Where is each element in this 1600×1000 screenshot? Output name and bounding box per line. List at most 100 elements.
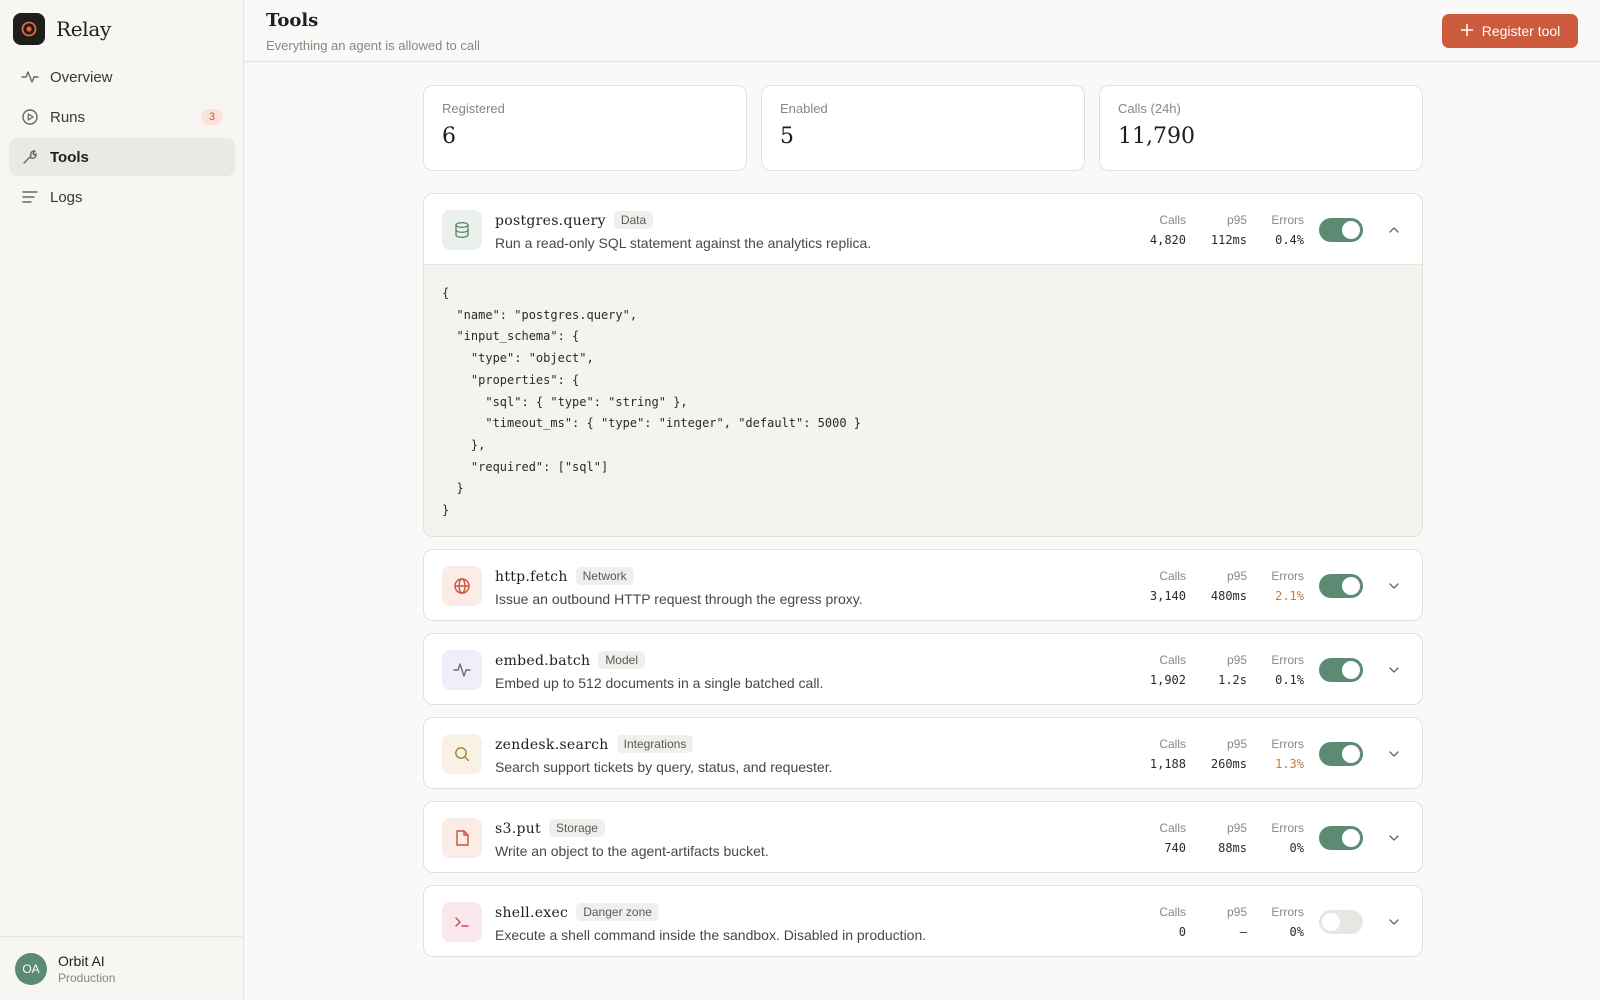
metric-value: 260ms [1210, 756, 1247, 771]
sidebar-item-tools[interactable]: Tools [9, 138, 235, 176]
toggle-knob [1342, 221, 1360, 239]
sidebar-item-label: Logs [50, 188, 83, 206]
metric-label: Errors [1271, 820, 1304, 835]
metric-p95: p95 — [1227, 905, 1247, 939]
sidebar-item-overview[interactable]: Overview [9, 58, 235, 96]
toggle-knob [1322, 912, 1340, 931]
tool-header[interactable]: http.fetch Network Issue an outbound HTTP… [424, 550, 1422, 620]
metric-p95: p95 260ms [1211, 737, 1247, 771]
stats-row: Registered 6 Enabled 5 Calls (24h) 11,79… [423, 85, 1423, 171]
search-icon [442, 733, 482, 774]
user-menu[interactable]: OA Orbit AI Production [0, 936, 244, 1000]
stat-card-calls: Calls (24h) 11,790 [1099, 85, 1423, 171]
chevron-down-icon[interactable] [1384, 744, 1404, 764]
play-circle-icon [21, 108, 39, 126]
user-name: Orbit AI [58, 952, 105, 969]
sidebar-item-logs[interactable]: Logs [9, 178, 235, 216]
tool-card-s3-put: s3.put Storage Write an object to the age… [423, 800, 1423, 873]
user-environment: Production [58, 970, 116, 985]
tool-name-text: embed.batch [495, 652, 591, 669]
category-tag: Integrations [616, 734, 694, 753]
tool-description: Run a read-only SQL statement against th… [495, 235, 872, 251]
enable-toggle[interactable] [1319, 218, 1363, 242]
tool-card-postgres-query: postgres.query Data Run a read-only SQL s… [423, 193, 1423, 537]
metric-value: 88ms [1218, 840, 1247, 855]
metric-label: Calls [1159, 820, 1186, 835]
chevron-down-icon[interactable] [1384, 576, 1404, 596]
metric-value: 0.4% [1275, 233, 1304, 247]
tool-card-http-fetch: http.fetch Network Issue an outbound HTTP… [423, 548, 1423, 621]
tool-header[interactable]: postgres.query Data Run a read-only SQL s… [424, 194, 1422, 264]
tool-card-embed-batch: embed.batch Model Embed up to 512 documen… [423, 632, 1423, 705]
tool-description: Write an object to the agent-artifacts b… [495, 842, 769, 859]
enable-toggle[interactable] [1319, 909, 1363, 934]
enable-toggle[interactable] [1319, 741, 1363, 766]
app-name: Relay [56, 17, 112, 41]
metric-calls: Calls 1,188 [1150, 737, 1186, 771]
metric-calls: Calls 4,820 [1150, 213, 1186, 247]
toggle-knob [1342, 660, 1360, 679]
tool-description: Search support tickets by query, status,… [495, 758, 833, 775]
metric-calls: Calls 3,140 [1150, 569, 1186, 603]
metric-calls: Calls 740 [1159, 821, 1186, 855]
metric-label: Errors [1271, 568, 1304, 583]
category-tag: Danger zone [576, 902, 659, 921]
metric-value: 1,902 [1149, 672, 1186, 687]
chevron-down-icon[interactable] [1384, 912, 1404, 932]
category-tag: Storage [548, 818, 605, 837]
toggle-knob [1342, 744, 1360, 763]
page-subtitle: Everything an agent is allowed to call [266, 38, 480, 53]
database-icon [442, 210, 482, 250]
brand[interactable]: Relay [13, 13, 111, 45]
stat-value: 11,790 [1118, 124, 1195, 149]
list-icon [21, 188, 39, 206]
metric-value: 0.1% [1275, 672, 1304, 687]
sidebar-item-runs[interactable]: Runs 3 [9, 98, 235, 136]
sidebar-item-label: Runs [50, 108, 86, 126]
metric-label: Errors [1271, 904, 1304, 919]
metric-label: Calls [1159, 736, 1186, 751]
tool-header[interactable]: shell.exec Danger zone Execute a shell co… [424, 886, 1422, 956]
chevron-down-icon[interactable] [1384, 828, 1404, 848]
toggle-knob [1342, 828, 1360, 847]
tool-name-text: shell.exec [495, 904, 569, 921]
metric-label: p95 [1226, 736, 1247, 751]
enable-toggle[interactable] [1319, 657, 1363, 682]
tool-name-text: zendesk.search [495, 736, 609, 753]
metric-value: 112ms [1210, 233, 1247, 247]
enable-toggle[interactable] [1319, 825, 1363, 850]
tool-name: postgres.query Data [495, 211, 654, 229]
metric-calls: Calls 1,902 [1150, 653, 1186, 687]
tool-header[interactable]: s3.put Storage Write an object to the age… [424, 802, 1422, 872]
chevron-up-icon[interactable] [1384, 220, 1404, 240]
stat-card-enabled: Enabled 5 [761, 85, 1085, 171]
metric-label: Calls [1159, 213, 1186, 227]
metric-errors: Errors 1.3% [1271, 737, 1304, 771]
file-icon [442, 817, 482, 858]
register-tool-button[interactable]: Register tool [1442, 14, 1578, 48]
tool-description: Issue an outbound HTTP request through t… [495, 590, 863, 607]
enable-toggle[interactable] [1319, 573, 1363, 598]
tool-description: Embed up to 512 documents in a single ba… [495, 674, 824, 691]
pulse-icon [442, 649, 482, 690]
metric-value: 1,188 [1149, 756, 1186, 771]
tool-name: s3.put Storage [495, 818, 605, 837]
tool-name-text: http.fetch [495, 568, 568, 585]
tool-schema-code: { "name": "postgres.query", "input_schem… [424, 264, 1422, 536]
stat-value: 5 [780, 124, 794, 149]
metric-value: 480ms [1210, 588, 1247, 603]
stat-value: 6 [442, 124, 456, 149]
relay-logo-icon [13, 13, 45, 45]
metric-value: — [1239, 924, 1247, 939]
toggle-knob [1342, 576, 1360, 595]
chevron-down-icon[interactable] [1384, 660, 1404, 680]
tool-header[interactable]: zendesk.search Integrations Search suppor… [424, 718, 1422, 788]
metric-label: Errors [1271, 736, 1304, 751]
tool-name: zendesk.search Integrations [495, 734, 694, 753]
metric-label: p95 [1226, 652, 1247, 667]
tool-header[interactable]: embed.batch Model Embed up to 512 documen… [424, 634, 1422, 704]
terminal-icon [442, 901, 482, 942]
tool-name: shell.exec Danger zone [495, 902, 659, 921]
metric-value: 2.1% [1275, 588, 1304, 603]
activity-icon [21, 68, 39, 86]
